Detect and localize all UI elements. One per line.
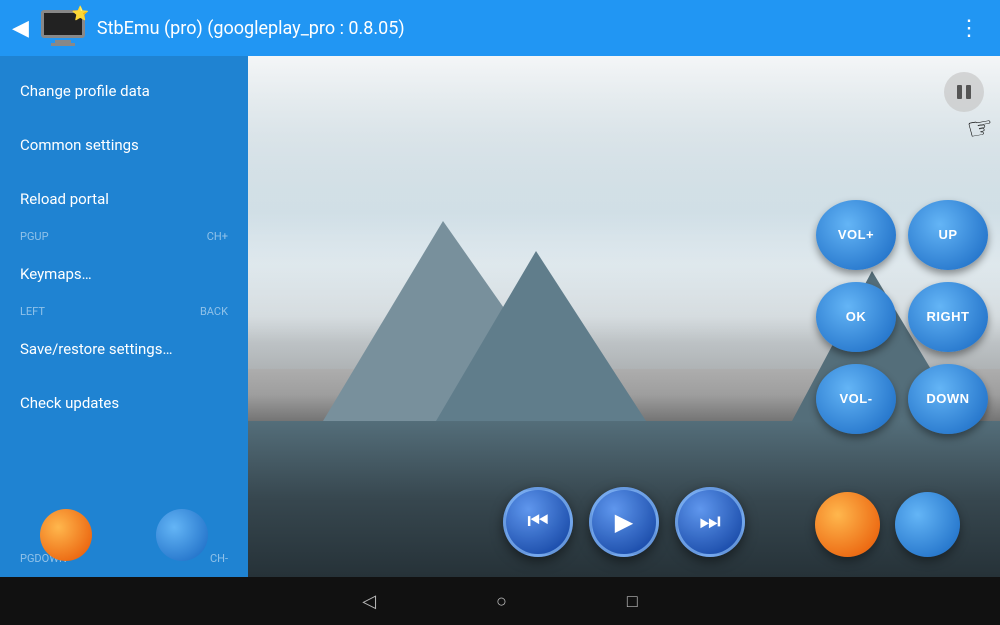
ok-button[interactable]: OK xyxy=(816,282,896,352)
playback-controls: ⏮ ▶ ⏭ xyxy=(503,487,745,557)
back-button[interactable]: ◀ xyxy=(12,16,29,41)
sidebar-item-keymaps[interactable]: Keymaps… xyxy=(0,247,248,301)
sidebar-item-common-settings[interactable]: Common settings xyxy=(0,118,248,172)
sidebar-item-check-updates[interactable]: Check updates xyxy=(0,376,248,430)
android-home-button[interactable]: ○ xyxy=(496,591,507,612)
fast-forward-button[interactable]: ⏭ xyxy=(675,487,745,557)
sidebar-item-save-restore[interactable]: Save/restore settings… xyxy=(0,322,248,376)
sidebar-item-change-profile[interactable]: Change profile data xyxy=(0,64,248,118)
play-button[interactable]: ▶ xyxy=(589,487,659,557)
keymap-chplus-hint: CH+ xyxy=(207,230,228,243)
remote-row-top: VOL+ UP xyxy=(812,200,988,270)
android-back-button[interactable]: ◁ xyxy=(362,591,376,612)
video-area: ☞ VOL+ UP OK RIGHT VOL- DOWN ⏮ ▶ xyxy=(248,56,1000,577)
sidebar-controls xyxy=(0,501,248,569)
rewind-icon: ⏮ xyxy=(527,508,549,536)
remote-row-bottom: VOL- DOWN xyxy=(812,364,988,434)
star-badge: ⭐ xyxy=(71,6,88,22)
remote-row-middle: OK RIGHT xyxy=(812,282,988,352)
sidebar-item-reload-portal[interactable]: Reload portal xyxy=(0,172,248,226)
down-button[interactable]: DOWN xyxy=(908,364,988,434)
fast-forward-icon: ⏭ xyxy=(699,508,721,536)
action-orange-button[interactable] xyxy=(815,492,880,557)
android-recent-button[interactable]: □ xyxy=(627,591,638,612)
rewind-button[interactable]: ⏮ xyxy=(503,487,573,557)
action-blue-button[interactable] xyxy=(895,492,960,557)
vol-minus-button[interactable]: VOL- xyxy=(816,364,896,434)
bottom-nav: ◁ ○ □ xyxy=(0,577,1000,625)
mountain-2 xyxy=(436,251,646,421)
top-bar: ◀ ⭐ StbEmu (pro) (googleplay_pro : 0.8.0… xyxy=(0,0,1000,56)
up-button[interactable]: UP xyxy=(908,200,988,270)
play-icon: ▶ xyxy=(615,508,633,537)
sidebar-orange-button[interactable] xyxy=(40,509,92,561)
sidebar-blue-button[interactable] xyxy=(156,509,208,561)
menu-button[interactable]: ⋮ xyxy=(950,8,988,49)
right-button[interactable]: RIGHT xyxy=(908,282,988,352)
app-icon: ⭐ xyxy=(41,10,85,46)
sidebar: Change profile data Common settings Relo… xyxy=(0,56,248,577)
vol-plus-button[interactable]: VOL+ xyxy=(816,200,896,270)
keymap-pgup-hint: PGUP xyxy=(20,230,49,243)
keymap-back-hint: BACK xyxy=(200,305,228,318)
app-title: StbEmu (pro) (googleplay_pro : 0.8.05) xyxy=(97,18,950,39)
keymap-left-hint: LEFT xyxy=(20,305,45,318)
main-content: Change profile data Common settings Relo… xyxy=(0,56,1000,577)
